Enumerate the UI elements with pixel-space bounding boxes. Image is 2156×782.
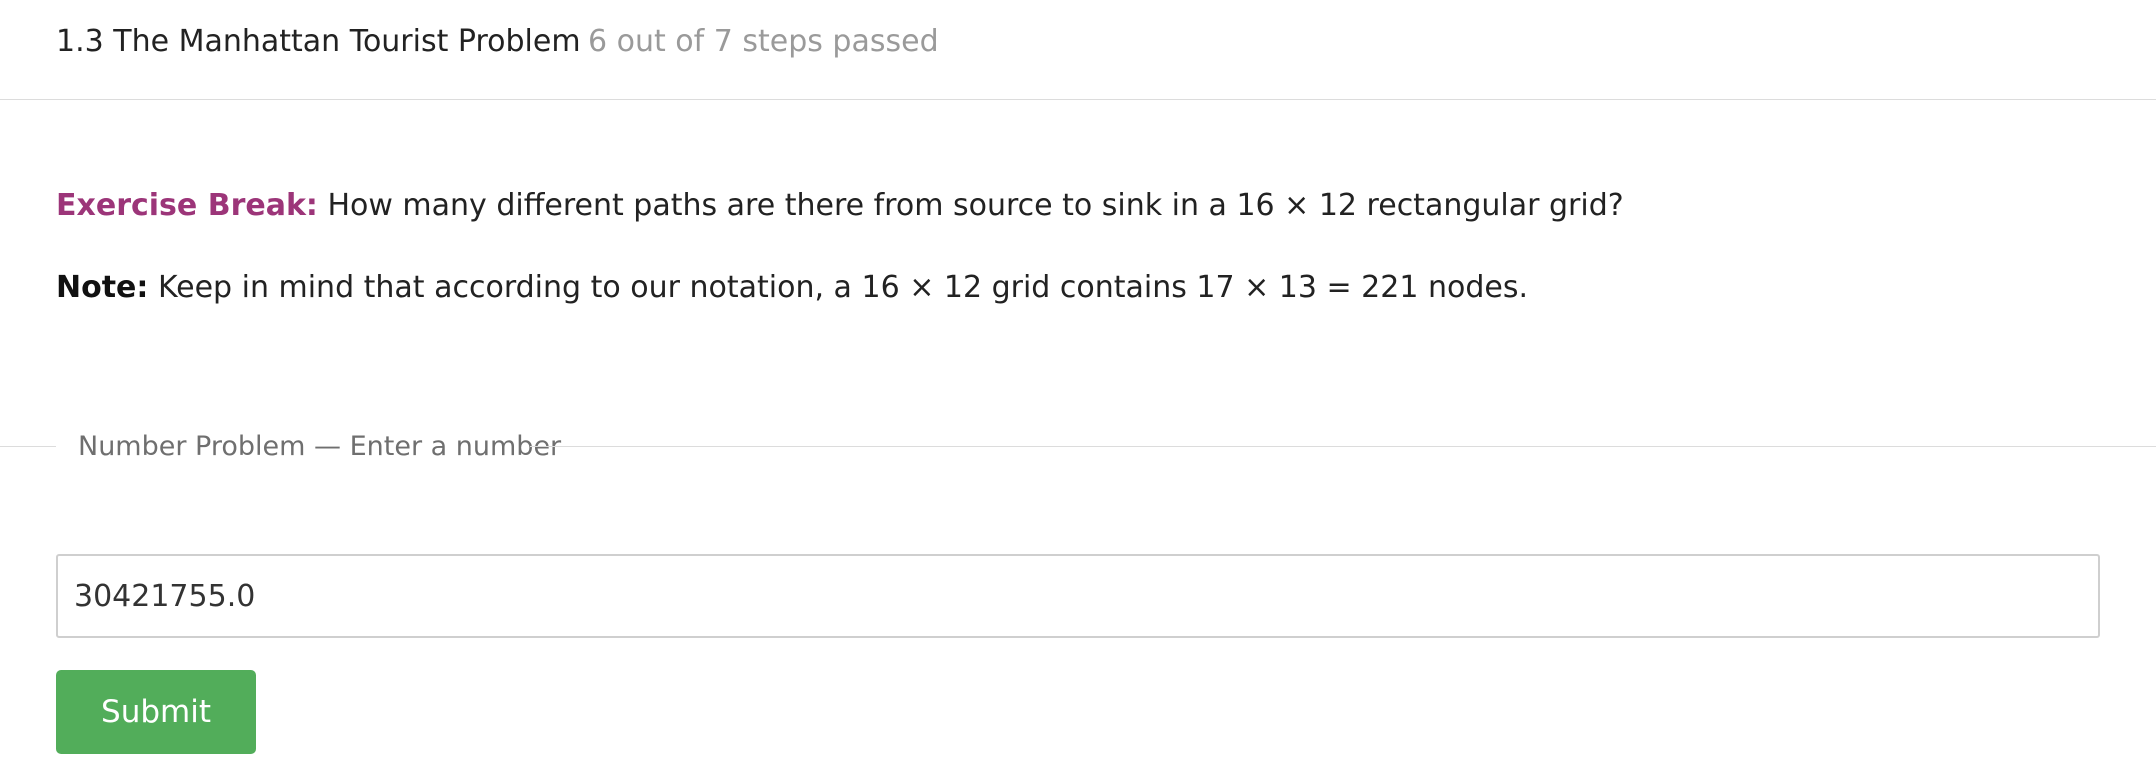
note-text: Keep in mind that according to our notat… [148,270,1528,305]
exercise-text: How many different paths are there from … [317,188,1624,223]
fieldset-divider-right [530,446,2156,447]
note-paragraph: Note: Keep in mind that according to our… [56,270,1528,305]
submit-button[interactable]: Submit [56,670,256,754]
page-title: 1.3 The Manhattan Tourist Problem [56,24,581,59]
problem-legend: Number Problem — Enter a number [78,431,562,462]
fieldset-divider-left [0,446,56,447]
note-label: Note: [56,270,149,305]
exercise-paragraph: Exercise Break: How many different paths… [56,188,1624,223]
step-header: 1.3 The Manhattan Tourist Problem 6 out … [0,0,2156,100]
step-progress: 6 out of 7 steps passed [588,24,939,59]
exercise-label: Exercise Break: [56,188,318,223]
answer-input[interactable] [56,554,2100,638]
